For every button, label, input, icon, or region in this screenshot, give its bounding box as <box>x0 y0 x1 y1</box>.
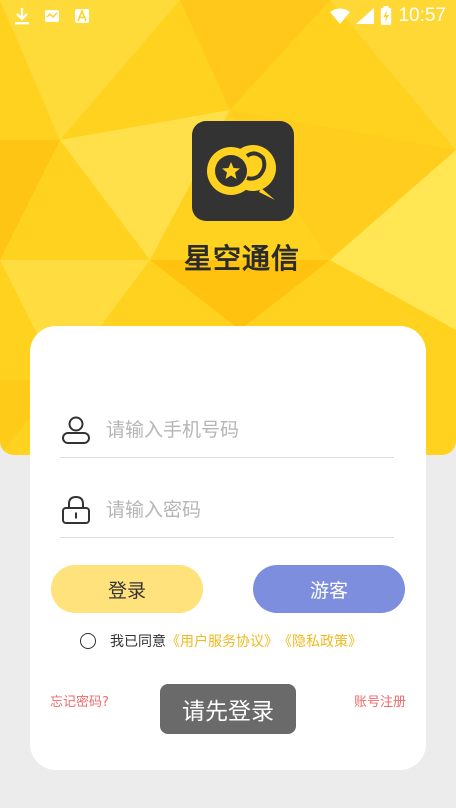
chat-bubbles-star-icon <box>207 145 276 200</box>
login-button[interactable]: 登录 <box>51 565 203 613</box>
wifi-icon <box>330 8 351 24</box>
user-icon <box>62 416 90 444</box>
privacy-policy-link[interactable]: 《隐私政策》 <box>278 631 362 651</box>
password-input[interactable] <box>106 498 366 521</box>
download-icon <box>15 8 29 25</box>
password-field <box>60 482 394 538</box>
toast-message: 请先登录 <box>160 684 296 734</box>
lock-icon <box>62 495 90 524</box>
phone-field <box>60 402 394 458</box>
app-name: 星空通信 <box>183 242 300 275</box>
user-agreement-link[interactable]: 《用户服务协议》 <box>166 631 278 651</box>
agreement-radio[interactable] <box>80 633 96 649</box>
signal-icon <box>356 8 375 24</box>
app-logo <box>192 121 294 221</box>
guest-button[interactable]: 游客 <box>253 565 405 613</box>
agreement-row: 我已同意 《用户服务协议》 《隐私政策》 <box>80 631 362 651</box>
notification-icon <box>45 10 59 22</box>
status-time: 10:57 <box>398 5 446 26</box>
phone-input[interactable] <box>106 418 366 441</box>
agreement-prefix: 我已同意 <box>110 634 166 650</box>
forgot-password-link[interactable]: 忘记密码? <box>50 691 109 710</box>
register-link[interactable]: 账号注册 <box>354 691 406 710</box>
a-icon <box>75 8 89 23</box>
battery-charging-icon <box>381 6 392 25</box>
status-bar: 10:57 <box>0 0 456 32</box>
